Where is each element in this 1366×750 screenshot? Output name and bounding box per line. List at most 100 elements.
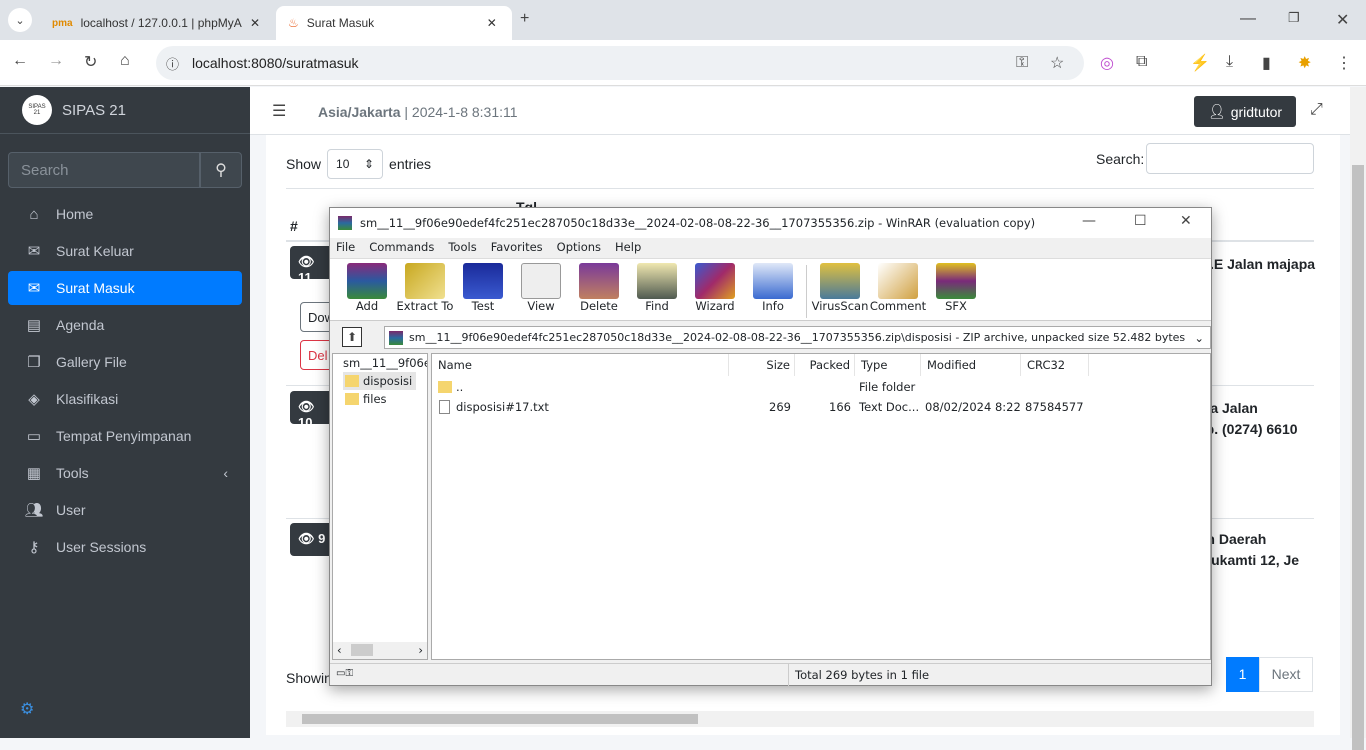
back-icon[interactable]: ← [12,52,28,70]
tree-root[interactable]: sm__11__9f06e90 [343,354,427,372]
extract-to-button[interactable]: Extract To [396,263,454,320]
close-icon[interactable]: ✕ [487,16,497,30]
delete-button[interactable]: Delete [570,263,628,320]
file-row[interactable]: disposisi#17.txt 269 166 Text Doc... 08/… [432,398,1210,416]
status-bar: ▭⚿ Total 269 bytes in 1 file [330,663,1211,686]
sidebar-item-tempat-penyimpanan[interactable]: ▭ Tempat Penyimpanan [8,419,242,453]
folder-icon [345,375,359,387]
column-name[interactable]: Name [432,354,729,376]
tags-icon: ◈ [28,391,40,408]
winrar-icon [338,216,352,230]
path-combobox[interactable]: sm__11__9f06e90edef4fc251ec287050c18d33e… [384,326,1211,349]
envelope-icon: ✉ [27,280,41,297]
tree-horizontal-scrollbar[interactable]: ‹ › [333,642,427,659]
sidebar-item-surat-keluar[interactable]: ✉ Surat Keluar [8,234,242,268]
sidebar-item-klasifikasi[interactable]: ◈ Klasifikasi [8,382,242,416]
new-tab-icon[interactable]: + [520,10,529,28]
column-modified[interactable]: Modified [921,354,1021,376]
extension-icon[interactable]: ◎ [1100,53,1114,73]
view-icon [521,263,561,299]
info-button[interactable]: Info [744,263,802,320]
menu-favorites[interactable]: Favorites [491,239,543,255]
view-button[interactable]: View [512,263,570,320]
sfx-button[interactable]: SFX [927,263,985,320]
test-icon [463,263,503,299]
column-size[interactable]: Size [729,354,795,376]
next-button[interactable]: Next [1259,657,1313,692]
datetime: | 2024-1-8 8:31:11 [404,104,518,120]
sidebar-item-home[interactable]: ⌂ Home [8,197,242,231]
wizard-icon [695,263,735,299]
sidebar-item-gallery-file[interactable]: ❐ Gallery File [8,345,242,379]
sidebar-item-surat-masuk[interactable]: ✉ Surat Masuk [8,271,242,305]
url-input[interactable]: ⓘ localhost:8080/suratmasuk ⚿ ☆ [156,46,1084,80]
horizontal-scrollbar[interactable] [286,711,1314,727]
reload-icon[interactable]: ↻ [84,52,97,72]
sidebar-item-agenda[interactable]: ▤ Agenda [8,308,242,342]
search-button[interactable]: ⚲ [200,152,242,188]
sidebar: SIPAS 21 SIPAS 21 Search ⚲ ⌂ Home ✉ Surat K… [0,87,250,738]
user-button[interactable]: 👤︎ gridtutor [1194,96,1296,127]
close-window-icon[interactable]: ✕ [1336,10,1349,30]
winrar-title-bar[interactable]: sm__11__9f06e90edef4fc251ec287050c18d33e… [330,208,1211,238]
download-icon[interactable]: ⤓ [1226,53,1233,71]
page-1-button[interactable]: 1 [1226,657,1259,692]
extensions-icon[interactable]: ⧉ [1136,53,1147,71]
sidebar-item-user-sessions[interactable]: ⚷ User Sessions [8,530,242,564]
text-file-icon [439,400,450,414]
menu-options[interactable]: Options [557,239,601,255]
tab-phpmyadmin[interactable]: pma localhost / 127.0.0.1 | phpMyAdmin ✕ [40,6,272,40]
page-scrollbar[interactable] [1350,87,1366,750]
column-packed[interactable]: Packed [795,354,855,376]
test-button[interactable]: Test [454,263,512,320]
minimize-icon[interactable]: — [1082,213,1096,229]
add-button[interactable]: Add [338,263,396,320]
view-button[interactable]: 👁︎ 11 [290,246,334,285]
drive-icon: ▭⚿ [336,668,354,679]
star-icon[interactable]: ☆ [1050,53,1064,73]
key-icon[interactable]: ⚿ [1016,54,1028,72]
sidebar-search-input[interactable]: Search [8,152,200,188]
sidebar-item-tools[interactable]: ▦ Tools ‹ [8,456,242,490]
tab-surat-masuk[interactable]: ♨ Surat Masuk ✕ [276,6,512,40]
tab-search-button[interactable]: ⌄ [8,8,32,32]
up-folder-button[interactable]: ⬆ [342,327,362,347]
fullscreen-icon[interactable]: ⤢ [1310,101,1323,119]
archive-icon: ▭ [26,428,42,445]
virusscan-button[interactable]: VirusScan [811,263,869,320]
column-crc32[interactable]: CRC32 [1021,354,1089,376]
files-icon: ❐ [27,354,41,371]
tree-item-disposisi[interactable]: disposisi [343,372,417,390]
menu-tools[interactable]: Tools [448,239,476,255]
book-icon: ▤ [26,317,42,334]
forward-icon[interactable]: → [48,52,64,70]
profile-icon[interactable]: ✸ [1298,53,1311,73]
view-button[interactable]: 👁︎ 10 [290,391,334,430]
maximize-icon[interactable]: ☐ [1134,213,1147,229]
close-icon[interactable]: ✕ [1180,213,1192,229]
entries-select[interactable]: 10 ⇕ [327,149,384,179]
tree-item-files[interactable]: files [343,390,387,408]
home-icon[interactable]: ⌂ [120,52,130,70]
brand-link[interactable]: SIPAS 21 SIPAS 21 [0,87,250,134]
menu-file[interactable]: File [336,239,355,255]
menu-commands[interactable]: Commands [369,239,434,255]
comment-button[interactable]: Comment [869,263,927,320]
gears-icon[interactable]: ⚙ [20,699,34,719]
close-icon[interactable]: ✕ [250,16,260,30]
column-type[interactable]: Type [855,354,921,376]
minimize-icon[interactable]: — [1240,10,1256,28]
side-panel-icon[interactable]: ▮ [1262,53,1271,73]
find-button[interactable]: Find [628,263,686,320]
menu-help[interactable]: Help [615,239,641,255]
performance-icon[interactable]: ⚡ [1190,53,1210,73]
hamburger-icon[interactable]: ☰ [272,101,286,121]
table-search-input[interactable] [1146,143,1314,174]
view-button[interactable]: 👁︎ 9 [290,523,334,556]
wizard-button[interactable]: Wizard [686,263,744,320]
restore-icon[interactable]: ❐ [1288,10,1300,26]
sidebar-item-user[interactable]: 👥︎ User [8,493,242,527]
menu-icon[interactable]: ⋮ [1336,53,1352,73]
file-row-parent[interactable]: .. File folder [432,378,1210,396]
comment-icon [878,263,918,299]
